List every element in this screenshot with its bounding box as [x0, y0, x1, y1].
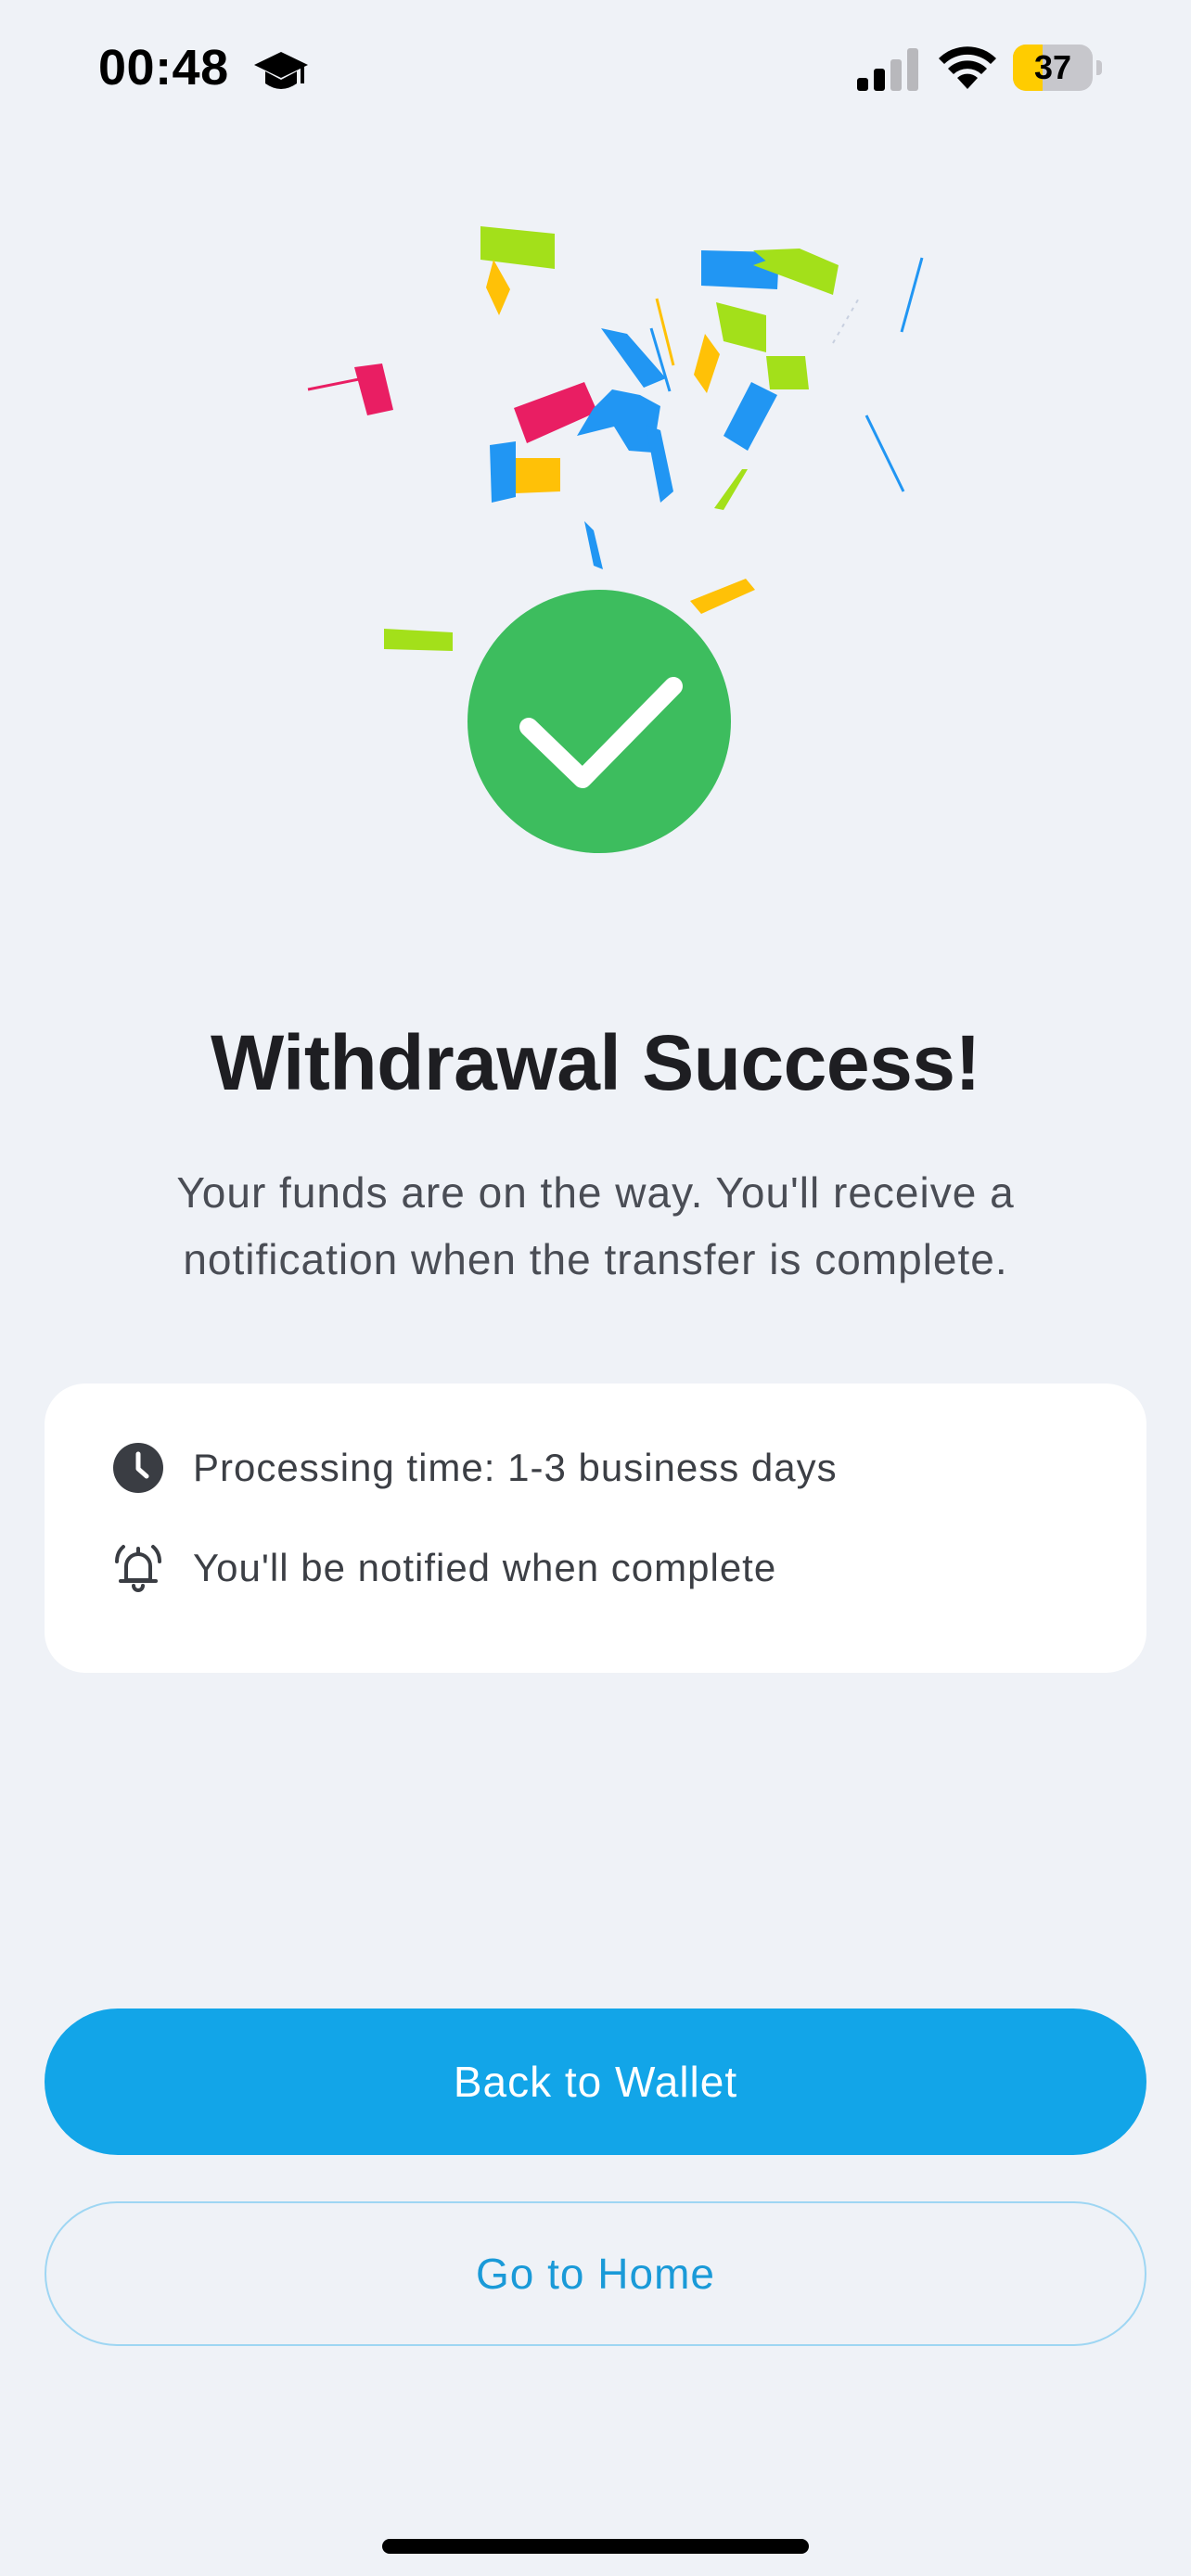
home-indicator[interactable]	[382, 2539, 809, 2554]
confetti-pieces	[307, 226, 924, 651]
clock-icon	[113, 1443, 163, 1493]
cellular-signal-icon	[857, 48, 918, 91]
status-time: 00:48	[98, 40, 229, 96]
info-item-processing-time: Processing time: 1-3 business days	[111, 1435, 838, 1500]
battery-icon: 37	[1013, 45, 1102, 91]
graduation-cap-icon	[254, 52, 308, 89]
wifi-icon	[939, 46, 996, 89]
info-item-label: Processing time: 1-3 business days	[193, 1446, 838, 1489]
go-to-home-button[interactable]: Go to Home	[45, 2201, 1146, 2346]
check-circle-icon	[467, 590, 731, 853]
battery-level: 37	[1033, 48, 1072, 86]
info-item-label: You'll be notified when complete	[193, 1546, 777, 1589]
status-bar: 00:48 37	[0, 0, 1191, 139]
alarm-bell-icon	[115, 1545, 161, 1592]
back-to-wallet-button[interactable]: Back to Wallet	[45, 2009, 1146, 2155]
page-title: Withdrawal Success!	[210, 1019, 981, 1106]
info-card: Processing time: 1-3 business days You'l…	[45, 1384, 1146, 1673]
info-item-notification: You'll be notified when complete	[111, 1536, 776, 1600]
success-subtitle: Your funds are on the way. You'll receiv…	[176, 1168, 1015, 1283]
